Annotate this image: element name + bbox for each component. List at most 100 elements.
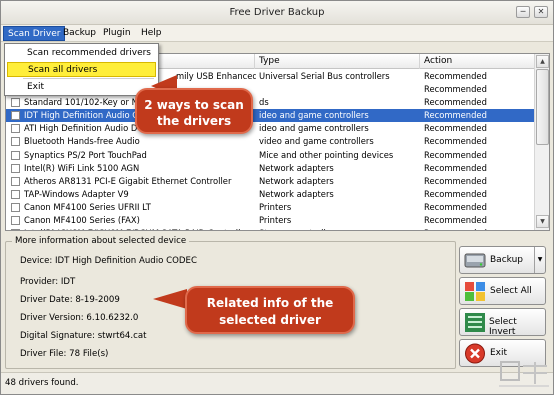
- row-action: Recommended: [424, 215, 487, 226]
- row-action: Recommended: [424, 136, 487, 147]
- select-all-button[interactable]: Select All: [459, 277, 546, 305]
- table-row[interactable]: TAP-Windows Adapter V9 Network adapters Re…: [6, 188, 535, 201]
- watermark-logo: [499, 361, 549, 387]
- scan-driver-menu: Scan recommended drivers Scan all driver…: [4, 43, 159, 96]
- row-device-type: video and game controllers: [259, 136, 374, 147]
- row-action: Recommended: [424, 71, 487, 81]
- row-device-type: Network adapters: [259, 188, 334, 199]
- select-invert-label: Select Invert: [489, 317, 517, 337]
- row-device-name-tail: mily USB Enhanced...: [176, 71, 256, 81]
- close-icon[interactable]: ✕: [534, 6, 548, 18]
- row-device-name: Intel(R) WiFi Link 5100 AGN: [24, 162, 140, 173]
- row-device-type: Printers: [259, 201, 292, 212]
- callout-scan-line-1: 2 ways to scan: [144, 98, 244, 112]
- minimize-icon[interactable]: ─: [516, 6, 530, 18]
- select-all-icon: [465, 282, 485, 301]
- row-action: Recommended: [424, 110, 487, 121]
- row-action: Recommended: [424, 162, 487, 173]
- scroll-down-icon[interactable]: ▼: [536, 215, 549, 228]
- callout-pointer: [153, 289, 187, 309]
- row-device-type: Mice and other pointing devices: [259, 149, 394, 160]
- callout-related-info: Related info of the selected driver: [185, 286, 355, 334]
- select-invert-button[interactable]: Select Invert: [459, 308, 546, 337]
- row-checkbox[interactable]: [11, 150, 20, 160]
- title-bar[interactable]: Free Driver Backup ─ ✕: [1, 1, 553, 25]
- menu-item-exit[interactable]: Exit: [7, 80, 156, 95]
- row-device-type: Storage controllers: [259, 227, 419, 230]
- row-device-name: Synaptics PS/2 Port TouchPad: [24, 149, 147, 160]
- scroll-up-icon[interactable]: ▲: [536, 55, 549, 68]
- callout-scan-line-2: the drivers: [156, 114, 232, 128]
- exit-icon: [465, 343, 485, 364]
- row-checkbox[interactable]: [11, 124, 20, 134]
- menu-scan-driver[interactable]: Scan Driver: [3, 26, 66, 41]
- info-provider: Provider: IDT: [20, 277, 76, 287]
- table-row[interactable]: Atheros AR8131 PCI-E Gigabit Ethernet Co…: [6, 175, 535, 188]
- row-device-name: TAP-Windows Adapter V9: [24, 188, 129, 199]
- row-checkbox[interactable]: [11, 98, 20, 108]
- backup-dropdown-icon[interactable]: ▼: [534, 247, 545, 273]
- row-device-type: ideo and game controllers: [259, 110, 369, 121]
- select-invert-icon: [465, 313, 485, 332]
- hard-drive-icon: [464, 253, 486, 268]
- menu-separator: [23, 78, 154, 79]
- menu-plugin[interactable]: Plugin: [99, 26, 135, 41]
- select-all-label: Select All: [490, 286, 532, 296]
- row-checkbox[interactable]: [11, 176, 20, 186]
- menu-help[interactable]: Help: [137, 26, 166, 41]
- table-row[interactable]: IDT High Definition Audio Cideo and game…: [6, 109, 535, 123]
- info-driver-version: Driver Version: 6.10.6232.0: [20, 313, 139, 323]
- table-row[interactable]: Synaptics PS/2 Port TouchPad Mice and oth…: [6, 149, 535, 162]
- info-device: Device: IDT High Definition Audio CODEC: [20, 256, 197, 266]
- info-driver-file: Driver File: 78 File(s): [20, 349, 109, 359]
- info-legend: More information about selected device: [12, 236, 190, 246]
- menu-item-scan-recommended[interactable]: Scan recommended drivers: [7, 46, 156, 61]
- menu-item-scan-all[interactable]: Scan all drivers: [7, 62, 156, 77]
- table-row[interactable]: Canon MF4100 Series (FAX) Printers Recomme…: [6, 214, 535, 227]
- row-device-type: ideo and game controllers: [259, 123, 369, 134]
- row-checkbox[interactable]: [11, 202, 20, 212]
- table-row[interactable]: Bluetooth Hands-free Audio video and game…: [6, 135, 535, 148]
- row-device-name: Bluetooth Hands-free Audio: [24, 136, 140, 147]
- row-device-type: Printers: [259, 215, 292, 226]
- scroll-thumb[interactable]: [536, 69, 549, 145]
- row-checkbox[interactable]: [11, 229, 20, 230]
- table-row[interactable]: Standard 101/102-Key or Nds Recommended: [6, 96, 535, 109]
- row-device-type: Network adapters: [259, 175, 334, 186]
- row-action: Recommended: [424, 188, 487, 199]
- row-action: Recommended: [424, 175, 487, 186]
- row-checkbox[interactable]: [11, 189, 20, 199]
- row-action: Recommended: [424, 84, 487, 95]
- app-window: Free Driver Backup ─ ✕ Scan Driver Backu…: [0, 0, 554, 395]
- row-action: Recommended: [424, 227, 534, 230]
- row-action: Recommended: [424, 123, 487, 134]
- callout-scan-methods: 2 ways to scan the drivers: [135, 88, 253, 134]
- status-text: 48 drivers found.: [5, 378, 79, 388]
- row-action: Recommended: [424, 201, 487, 212]
- row-action: Recommended: [424, 97, 487, 108]
- backup-label: Backup: [490, 255, 523, 265]
- window-title: Free Driver Backup: [229, 7, 325, 18]
- row-checkbox[interactable]: [11, 111, 20, 121]
- table-row[interactable]: Intel(R) WiFi Link 5100 AGN Network adapt…: [6, 162, 535, 175]
- table-row[interactable]: Canon MF4100 Series UFRII LT Printers Reco…: [6, 201, 535, 214]
- row-device-type: ds: [259, 97, 269, 108]
- row-checkbox[interactable]: [11, 137, 20, 147]
- column-header-type[interactable]: Type: [255, 54, 420, 69]
- list-scrollbar[interactable]: ▲ ▼: [534, 54, 549, 230]
- exit-label: Exit: [490, 348, 508, 358]
- status-bar: 48 drivers found.: [1, 372, 553, 394]
- menu-bar: Scan Driver Backup Plugin Help: [1, 25, 553, 42]
- row-device-type: Network adapters: [259, 162, 334, 173]
- info-digital-signature: Digital Signature: stwrt64.cat: [20, 331, 147, 341]
- table-row[interactable]: Intel(R) ICH8M-E/ICH9M-E/RCHM SATA RAID …: [6, 227, 535, 230]
- row-checkbox[interactable]: [11, 216, 20, 226]
- menu-backup[interactable]: Backup: [59, 26, 100, 41]
- row-device-name: Atheros AR8131 PCI-E Gigabit Ethernet Co…: [24, 175, 232, 186]
- row-checkbox[interactable]: [11, 163, 20, 173]
- row-device-type: Universal Serial Bus controllers: [259, 71, 390, 81]
- column-header-action[interactable]: Action: [420, 54, 535, 69]
- backup-button[interactable]: Backup ▼: [459, 246, 546, 274]
- row-device-name: Canon MF4100 Series (FAX): [24, 215, 140, 226]
- table-row[interactable]: ATI High Definition Audio Dideo and game…: [6, 122, 535, 135]
